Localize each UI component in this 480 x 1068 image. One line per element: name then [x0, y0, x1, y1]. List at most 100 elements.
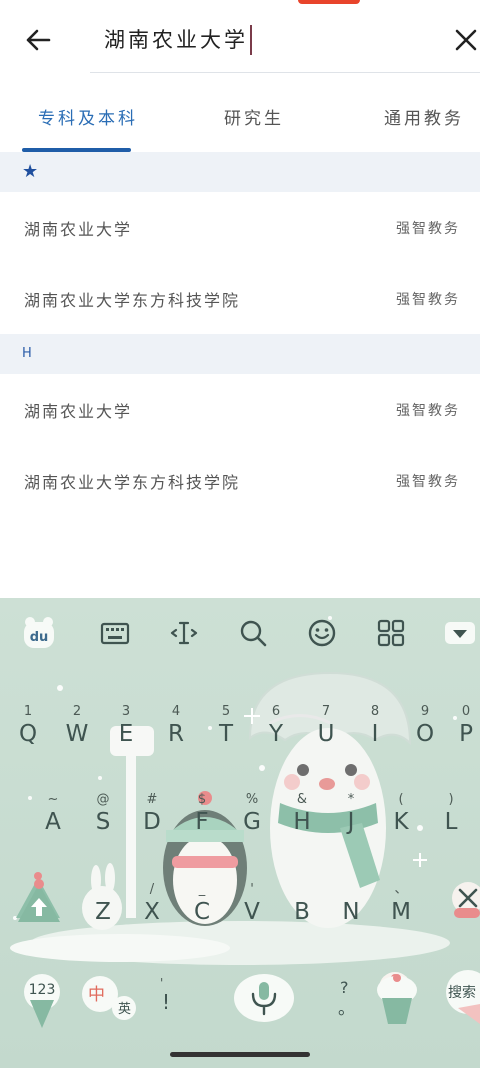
home-indicator[interactable] [170, 1052, 310, 1057]
key-j[interactable]: * J [331, 792, 371, 838]
key-letter: Q [18, 721, 38, 747]
key-alt: ' [250, 882, 254, 897]
key-g[interactable]: % G [232, 792, 272, 838]
cursor-mode-button[interactable] [167, 616, 201, 650]
tab-undergraduate[interactable]: 专科及本科 [38, 104, 138, 129]
exclamation-key[interactable]: ' ! [158, 970, 178, 1026]
back-button[interactable] [22, 24, 54, 56]
search-action-key[interactable]: 搜索 [440, 968, 480, 1024]
key-letter: H [293, 809, 311, 835]
key-o[interactable]: 9O [405, 704, 445, 750]
key-letter: C [193, 899, 211, 925]
key-letter: X [144, 899, 160, 925]
key-alt: & [296, 792, 308, 807]
key-x[interactable]: / X [132, 882, 172, 928]
key-alt: 2 [72, 704, 82, 719]
key-letter: N [342, 899, 360, 925]
key-alt: 3 [121, 704, 131, 719]
text-caret [250, 25, 252, 55]
list-item[interactable]: 湖南农业大学 强智教务 [0, 374, 480, 445]
key-alt: * [347, 792, 355, 807]
search-button[interactable] [236, 616, 270, 650]
key-u[interactable]: 7U [306, 704, 346, 750]
key-alt: 5 [221, 704, 231, 719]
list-item[interactable]: 湖南农业大学东方科技学院 强智教务 [0, 263, 480, 334]
collapse-keyboard-button[interactable] [443, 616, 477, 650]
search-underline [90, 72, 480, 73]
key-y[interactable]: 6Y [256, 704, 296, 750]
section-letter: H [22, 346, 32, 361]
key-letter: R [168, 721, 184, 747]
key-m[interactable]: 、 M [381, 882, 421, 928]
numbers-key[interactable]: 123 [20, 970, 64, 1030]
key-a[interactable]: ~ A [33, 792, 73, 838]
key-e[interactable]: 3E [106, 704, 146, 750]
key-alt: @ [96, 792, 110, 807]
voice-key[interactable] [232, 970, 296, 1026]
key-letter: B [294, 899, 310, 925]
key-letter: L [444, 809, 458, 835]
grid-icon [377, 619, 405, 647]
key-letter: O [415, 721, 435, 747]
search-input[interactable]: 湖南农业大学 [104, 22, 252, 58]
key-c[interactable]: _ C [182, 882, 222, 928]
close-icon [455, 29, 477, 51]
key-letter: A [45, 809, 61, 835]
tab-general[interactable]: 通用教务 [384, 104, 464, 129]
key-letter: Y [268, 721, 284, 747]
key-letter: T [218, 721, 234, 747]
key-letter: I [371, 721, 379, 747]
svg-text:du: du [30, 630, 49, 645]
language-switch-key[interactable]: 中 英 [80, 970, 142, 1026]
key-alt: 8 [370, 704, 380, 719]
school-type-tabs: 专科及本科 研究生 通用教务 [0, 84, 480, 152]
key-z[interactable]: Z [83, 882, 123, 928]
key-l[interactable]: ) L [431, 792, 471, 838]
system-tag: 强智教务 [396, 403, 460, 419]
numbers-key-label: 123 [28, 982, 56, 998]
tab-graduate[interactable]: 研究生 [224, 104, 284, 129]
search-icon [240, 620, 267, 647]
key-letter: V [244, 899, 260, 925]
key-i[interactable]: 8I [355, 704, 395, 750]
key-letter: J [347, 809, 355, 835]
keyboard-icon [100, 622, 130, 645]
list-item[interactable]: 湖南农业大学 强智教务 [0, 192, 480, 263]
section-header-favorites: ★ [0, 152, 480, 192]
key-letter: F [195, 809, 209, 835]
backspace-key[interactable] [446, 878, 480, 924]
emoji-button[interactable] [305, 616, 339, 650]
key-alt: 9 [420, 704, 430, 719]
keyboard-switch-button[interactable] [98, 616, 132, 650]
key-r[interactable]: 4R [156, 704, 196, 750]
toolbox-button[interactable] [374, 616, 408, 650]
key-n[interactable]: N [331, 882, 371, 928]
key-alt: ) [448, 792, 454, 807]
comma-key[interactable] [374, 968, 420, 1028]
key-f[interactable]: $ F [182, 792, 222, 838]
key-letter: G [243, 809, 261, 835]
key-d[interactable]: # D [132, 792, 172, 838]
key-k[interactable]: (K [381, 792, 421, 838]
key-s[interactable]: @ S [83, 792, 123, 838]
key-p[interactable]: 0P [452, 704, 480, 750]
backspace-icon [452, 882, 480, 918]
key-t[interactable]: 5T [206, 704, 246, 750]
key-alt: $ [197, 792, 207, 807]
key-v[interactable]: ' V [232, 882, 272, 928]
du-logo-button[interactable]: du [22, 616, 56, 650]
key-letter: U [317, 721, 335, 747]
key-letter: M [391, 899, 411, 925]
clear-button[interactable] [452, 26, 480, 54]
system-tag: 强智教务 [396, 292, 460, 308]
key-q[interactable]: 1Q [8, 704, 48, 750]
question-key[interactable]: ? 。 [336, 970, 356, 1026]
key-alt [331, 882, 371, 898]
status-accent [298, 0, 360, 4]
shift-key[interactable] [14, 870, 64, 928]
key-w[interactable]: 2W [57, 704, 97, 750]
key-h[interactable]: & H [282, 792, 322, 838]
search-input-value: 湖南农业大学 [104, 28, 248, 52]
list-item[interactable]: 湖南农业大学东方科技学院 强智教务 [0, 445, 480, 516]
key-b[interactable]: B [282, 882, 322, 928]
